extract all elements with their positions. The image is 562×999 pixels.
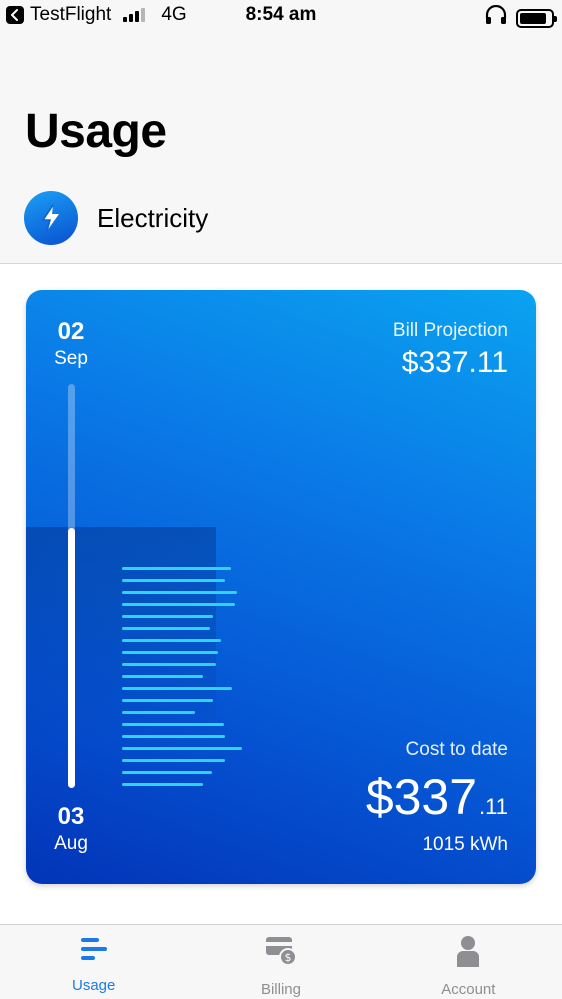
kwh-usage: 1015 kWh [422,834,508,855]
tab-usage[interactable]: Usage [0,925,187,999]
period-start-month: Sep [54,348,88,369]
status-bar: TestFlight 4G 8:54 am [0,0,562,32]
usage-bar [122,639,221,642]
usage-bar [122,711,195,714]
svg-text:$: $ [284,951,291,964]
usage-bar [122,603,235,606]
cost-cents: .11 [479,794,508,819]
tab-bar: Usage $ Billing Account [0,924,562,999]
billing-icon: $ [264,935,298,972]
tab-account-label: Account [441,981,496,998]
usage-bar [122,567,231,570]
usage-bar [122,675,203,678]
status-right [484,4,557,31]
usage-bar [122,735,225,738]
tab-billing-label: Billing [260,981,301,998]
usage-icon [79,935,109,968]
battery-icon [516,8,557,28]
usage-card[interactable]: 02 Sep 03 Aug Bill Projection $337.11 Co… [26,290,536,884]
timeline-progress[interactable] [68,528,75,788]
usage-bar [122,759,225,762]
usage-bar [122,651,218,654]
usage-bar [122,615,213,618]
usage-bar [122,579,225,582]
account-icon [455,935,481,972]
status-time: 8:54 am [245,4,317,25]
period-end-month: Aug [54,833,88,854]
headphones-icon [484,4,508,31]
cost-dollars: $337 [365,769,478,825]
usage-bar [122,771,212,774]
period-end-date: 03 Aug [26,803,116,855]
tab-usage-label: Usage [71,977,116,994]
page-title: Usage [25,105,167,158]
cost-to-date-value: $337 .11 [366,768,508,826]
utility-label: Electricity [97,202,209,233]
bill-projection-label: Bill Projection [392,320,508,341]
lightning-bolt-icon [24,191,78,245]
usage-bar [122,627,210,630]
usage-bar [122,663,216,666]
usage-bar [122,723,224,726]
period-start-day: 02 [57,318,85,345]
usage-bar [122,699,213,702]
usage-bar [122,591,237,594]
tab-billing[interactable]: $ Billing [187,925,374,999]
usage-bar [122,747,242,750]
usage-bar [122,687,232,690]
usage-bar [122,783,203,786]
bill-projection-value: $337.11 [401,346,508,379]
cost-to-date-label: Cost to date [405,739,508,760]
tab-account[interactable]: Account [375,925,562,999]
period-end-day: 03 [57,803,85,830]
utility-selector[interactable]: Electricity [24,191,208,245]
period-start-date: 02 Sep [26,318,116,370]
